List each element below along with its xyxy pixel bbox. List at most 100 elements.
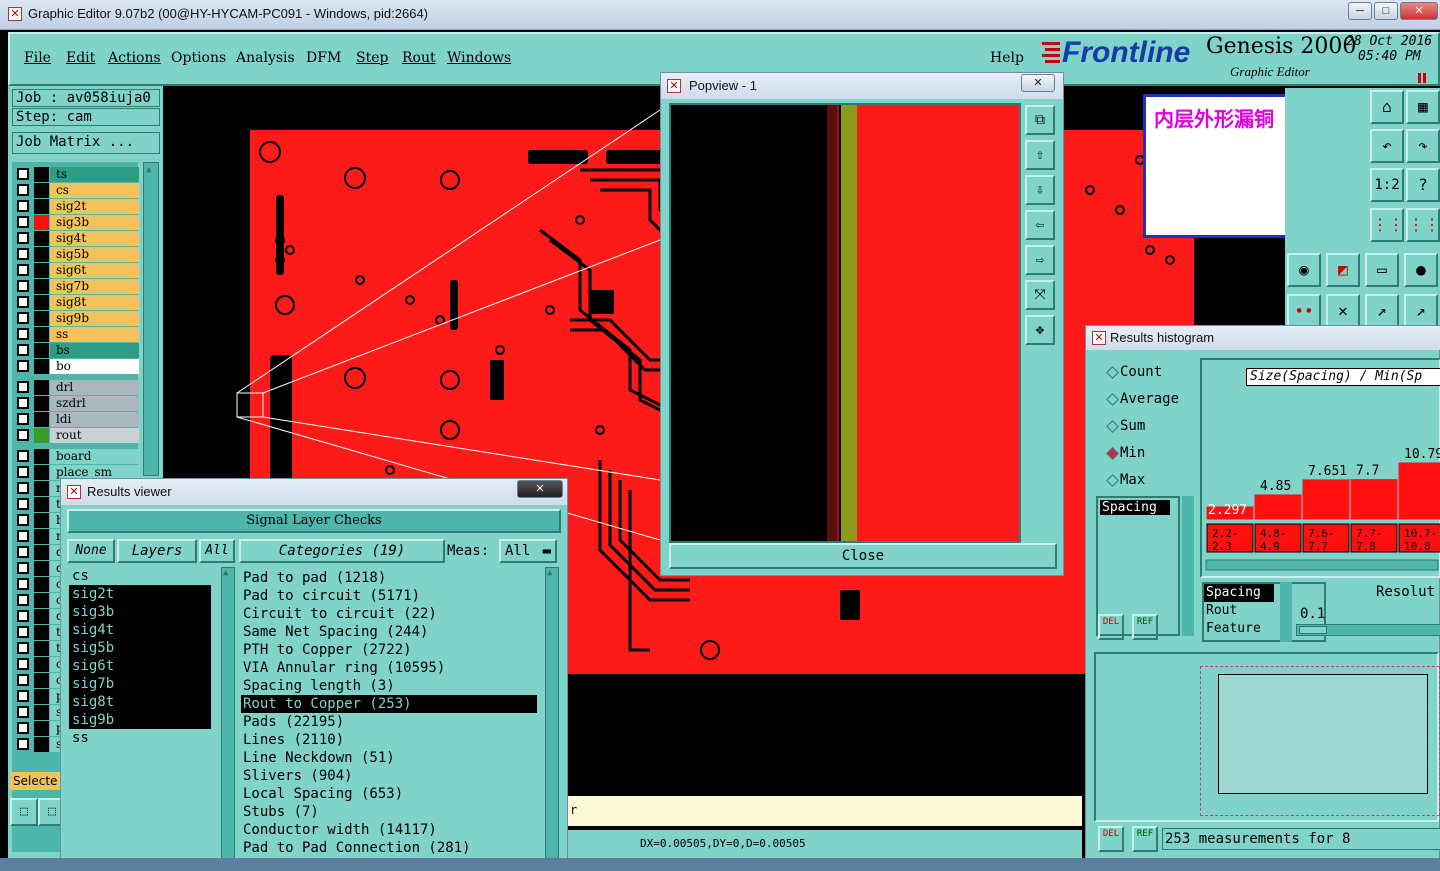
feature-a-icon[interactable]: ∙∙ bbox=[1287, 294, 1321, 328]
maximize-button[interactable]: □ bbox=[1374, 2, 1398, 20]
redo-icon[interactable]: ↷ bbox=[1406, 129, 1440, 163]
menu-edit[interactable]: Edit bbox=[66, 50, 95, 66]
category-item[interactable]: Pad to pad (1218) bbox=[241, 569, 537, 587]
categories-button[interactable]: Categories (19) bbox=[239, 539, 445, 563]
layer-checkbox[interactable] bbox=[17, 280, 29, 292]
scroll-up-icon[interactable]: ▲ bbox=[146, 165, 151, 175]
layer-row[interactable]: sig5b bbox=[16, 247, 140, 262]
menu-file[interactable]: File bbox=[24, 50, 51, 66]
layer-checkbox[interactable] bbox=[17, 429, 29, 441]
layer-checkbox[interactable] bbox=[17, 530, 29, 542]
help-icon[interactable]: ? bbox=[1406, 168, 1440, 202]
menu-dfm[interactable]: DFM bbox=[306, 50, 341, 66]
menu-rout[interactable]: Rout bbox=[402, 50, 436, 66]
layers-scrollbar[interactable]: ▲ bbox=[221, 567, 235, 867]
category-item[interactable]: Pads (22195) bbox=[241, 713, 537, 731]
category-item[interactable]: Same Net Spacing (244) bbox=[241, 623, 537, 641]
layer-row[interactable]: drl bbox=[16, 380, 140, 395]
layer-checkbox[interactable] bbox=[17, 397, 29, 409]
stat-radio-option[interactable]: Sum bbox=[1106, 418, 1145, 434]
layer-checkbox[interactable] bbox=[17, 216, 29, 228]
all-button[interactable]: All bbox=[199, 539, 235, 563]
feature-b-icon[interactable]: ✕ bbox=[1326, 294, 1360, 328]
result-layer-item[interactable]: ss bbox=[69, 729, 211, 747]
layer-checkbox[interactable] bbox=[17, 381, 29, 393]
stat-radio-option[interactable]: Count bbox=[1106, 364, 1162, 380]
layer-row[interactable]: sig2t bbox=[16, 199, 140, 214]
layer-checkbox[interactable] bbox=[17, 184, 29, 196]
result-layer-item[interactable]: sig3b bbox=[69, 603, 211, 621]
layer-checkbox[interactable] bbox=[17, 296, 29, 308]
undo-icon[interactable]: ↶ bbox=[1370, 129, 1404, 163]
layer-checkbox[interactable] bbox=[17, 200, 29, 212]
menu-step[interactable]: Step bbox=[356, 50, 388, 66]
popview-close-x[interactable]: ✕ bbox=[1021, 74, 1055, 92]
line-icon[interactable]: ◩ bbox=[1326, 253, 1360, 287]
layers-button[interactable]: Layers bbox=[117, 539, 197, 563]
ref-button-2[interactable]: REF bbox=[1132, 826, 1158, 852]
layer-checkbox[interactable] bbox=[17, 413, 29, 425]
histogram-bar[interactable] bbox=[1253, 493, 1303, 521]
group-list-item[interactable]: Feature bbox=[1204, 620, 1274, 638]
popview-close-button[interactable]: Close bbox=[669, 543, 1057, 569]
category-item[interactable]: Line Neckdown (51) bbox=[241, 749, 537, 767]
popview-zoom-icon[interactable]: ⧉ bbox=[1025, 105, 1055, 135]
menu-options[interactable]: Options bbox=[171, 50, 226, 66]
stat-radio-option[interactable]: Average bbox=[1106, 391, 1179, 407]
layer-checkbox[interactable] bbox=[17, 498, 29, 510]
menu-windows[interactable]: Windows bbox=[447, 50, 511, 66]
result-layer-item[interactable]: sig4t bbox=[69, 621, 211, 639]
layer-checkbox[interactable] bbox=[17, 328, 29, 340]
category-item[interactable]: Lines (2110) bbox=[241, 731, 537, 749]
layer-checkbox[interactable] bbox=[17, 690, 29, 702]
popview-pan-down-icon[interactable]: ⇩ bbox=[1025, 175, 1055, 205]
category-item[interactable]: Circuit to circuit (22) bbox=[241, 605, 537, 623]
menu-help[interactable]: Help bbox=[990, 50, 1024, 66]
layer-row[interactable]: rout bbox=[16, 428, 140, 443]
close-window-button[interactable]: ✕ bbox=[1400, 2, 1438, 20]
layer-row[interactable]: szdrl bbox=[16, 396, 140, 411]
histogram-scrollbar[interactable] bbox=[1205, 559, 1439, 571]
del-button-2[interactable]: DEL bbox=[1098, 826, 1124, 852]
none-button[interactable]: None bbox=[67, 539, 115, 563]
category-item[interactable]: Local Spacing (653) bbox=[241, 785, 537, 803]
layer-checkbox[interactable] bbox=[17, 312, 29, 324]
layer-row[interactable]: bs bbox=[16, 343, 140, 358]
layer-checkbox[interactable] bbox=[17, 578, 29, 590]
result-layer-item[interactable]: sig8t bbox=[69, 693, 211, 711]
popview-pan-left-icon[interactable]: ⇦ bbox=[1025, 210, 1055, 240]
layer-scrollbar[interactable]: ▲ bbox=[143, 162, 159, 476]
layer-checkbox[interactable] bbox=[17, 562, 29, 574]
grid-icon[interactable]: ▦ bbox=[1406, 90, 1440, 124]
popview-pan-right-icon[interactable]: ⇨ bbox=[1025, 245, 1055, 275]
menu-actions[interactable]: Actions bbox=[108, 50, 161, 66]
popview-canvas[interactable] bbox=[669, 103, 1021, 543]
layer-checkbox[interactable] bbox=[17, 722, 29, 734]
group-list-item[interactable]: Spacing bbox=[1204, 584, 1274, 602]
layer-checkbox[interactable] bbox=[17, 658, 29, 670]
result-layer-item[interactable]: sig9b bbox=[69, 711, 211, 729]
dot-icon[interactable]: ● bbox=[1404, 253, 1438, 287]
ruler-icon[interactable]: ▭ bbox=[1365, 253, 1399, 287]
spacing-list-item[interactable]: Spacing bbox=[1100, 500, 1170, 515]
popview-center-icon[interactable]: ✥ bbox=[1025, 315, 1055, 345]
scroll-up-icon[interactable]: ▲ bbox=[222, 568, 234, 578]
histogram-bar[interactable] bbox=[1349, 478, 1399, 521]
result-layer-item[interactable]: sig2t bbox=[69, 585, 211, 603]
slider-thumb[interactable] bbox=[1299, 626, 1327, 634]
layer-checkbox[interactable] bbox=[17, 466, 29, 478]
meas-dropdown[interactable]: All ▬ bbox=[499, 539, 557, 563]
histogram-bar[interactable] bbox=[1301, 478, 1351, 521]
layer-checkbox[interactable] bbox=[17, 546, 29, 558]
category-item[interactable]: Stubs (7) bbox=[241, 803, 537, 821]
layer-row[interactable]: sig9b bbox=[16, 311, 140, 326]
stat-radio-option[interactable]: Min bbox=[1106, 445, 1145, 461]
layer-checkbox[interactable] bbox=[17, 344, 29, 356]
layer-checkbox[interactable] bbox=[17, 482, 29, 494]
result-layer-item[interactable]: cs bbox=[69, 567, 211, 585]
layer-row[interactable]: board bbox=[16, 449, 140, 464]
popview-fit-icon[interactable]: ⤧ bbox=[1025, 280, 1055, 310]
layer-row[interactable]: ss bbox=[16, 327, 140, 342]
group-list-item[interactable]: Rout bbox=[1204, 602, 1274, 620]
layer-checkbox[interactable] bbox=[17, 450, 29, 462]
